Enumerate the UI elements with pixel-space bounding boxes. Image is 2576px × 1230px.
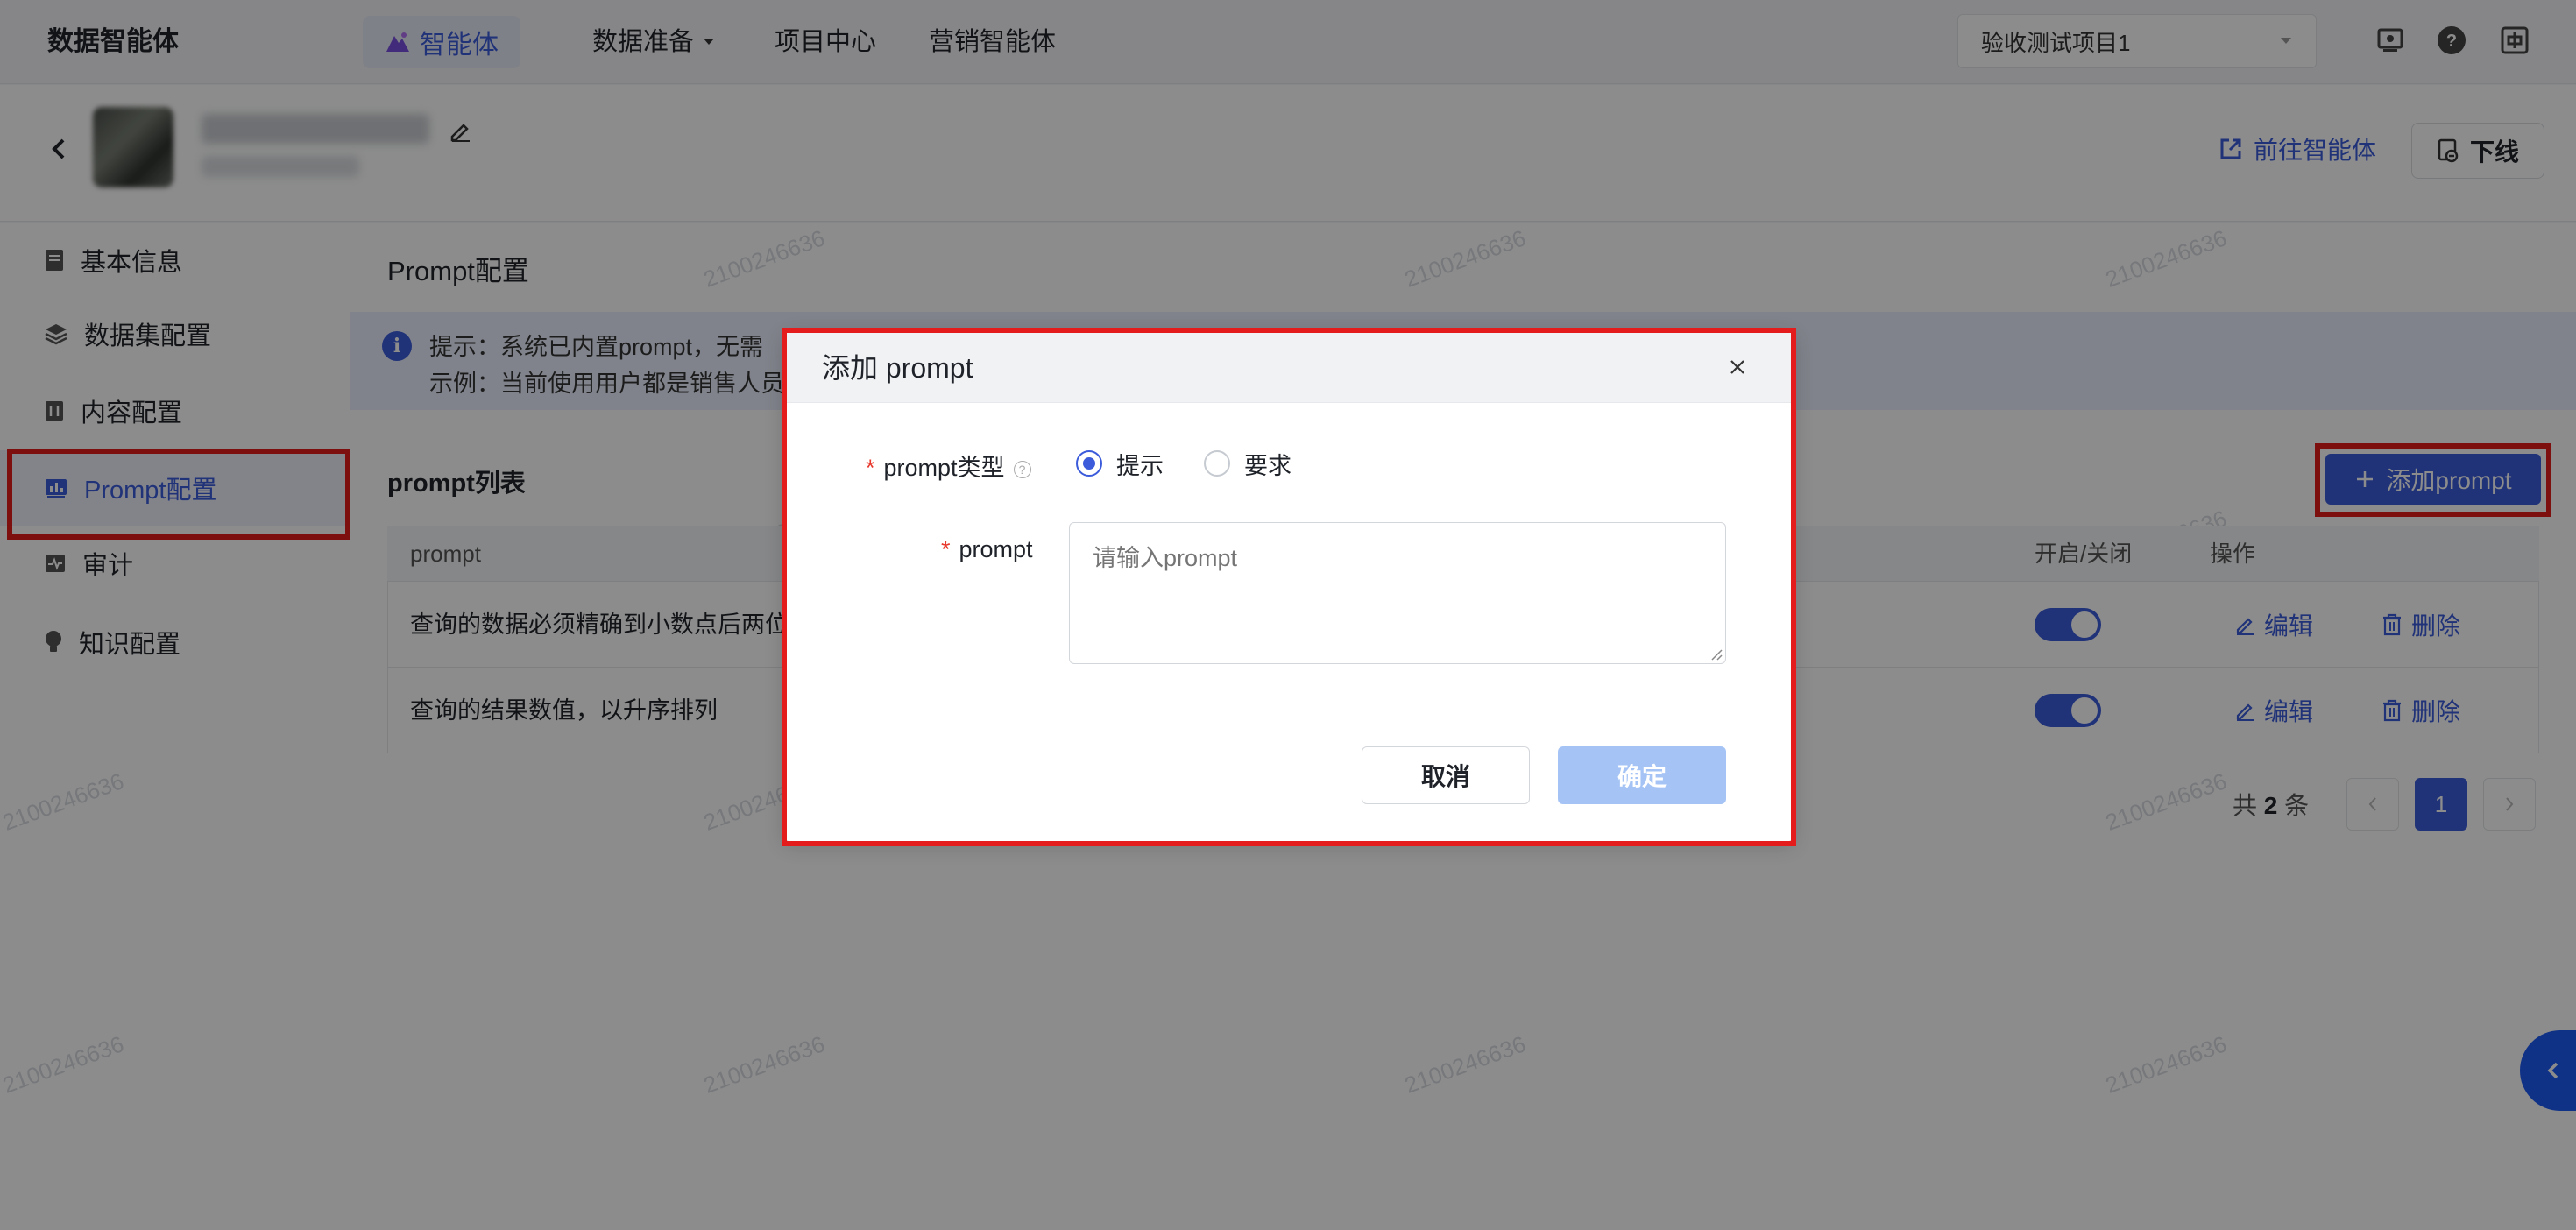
highlight-box-dialog: [782, 328, 1796, 846]
